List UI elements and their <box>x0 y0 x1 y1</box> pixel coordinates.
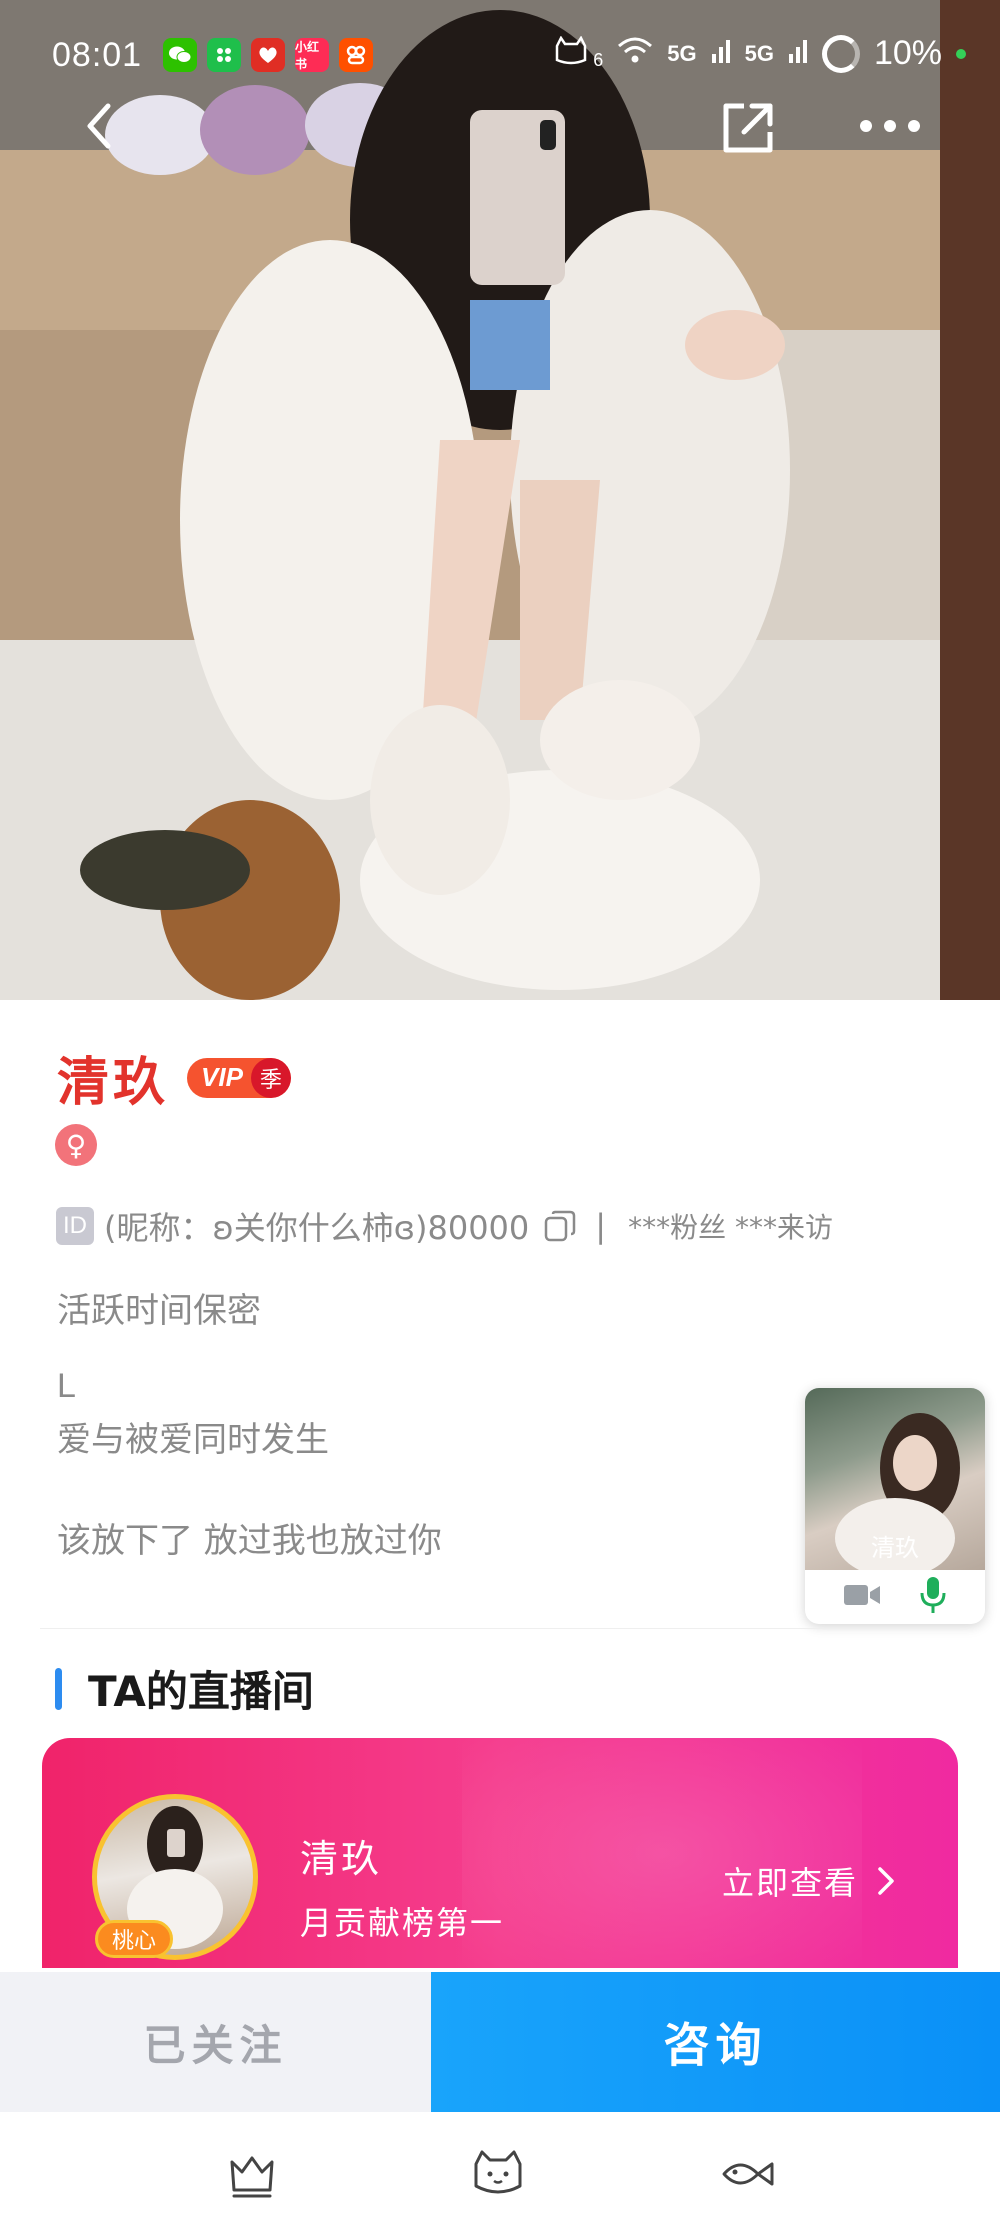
signal-bars-2-icon <box>788 38 808 70</box>
nav-cat-button[interactable] <box>468 2144 528 2204</box>
profile-name: 清玖 <box>57 1052 170 1113</box>
more-button[interactable] <box>858 104 922 148</box>
wechat-mini-icon <box>207 38 241 72</box>
avatar-tag: 桃心 <box>95 1920 173 1958</box>
cat-icon <box>474 2150 522 2194</box>
battery-percent: 10% <box>873 34 942 72</box>
video-camera-icon[interactable] <box>843 1582 881 1612</box>
vip-badge[interactable]: VIP 季 <box>187 1057 291 1098</box>
stats-text: ***粉丝 ***来访 <box>628 1211 833 1244</box>
more-horizontal-icon <box>860 120 920 132</box>
chevron-left-icon <box>87 103 111 149</box>
sim-count: 6 <box>593 50 604 70</box>
taobao-icon <box>339 38 373 72</box>
fish-icon <box>722 2162 774 2186</box>
live-section-header: TA的直播间 <box>55 1658 314 1719</box>
signal-5g-1: 5G <box>667 40 697 66</box>
share-button[interactable] <box>718 98 778 158</box>
privacy-dot <box>956 48 966 59</box>
vip-season-label: 季 <box>250 1057 291 1098</box>
floating-video-window[interactable]: 清玖 <box>805 1388 985 1624</box>
id-text: (昵称：ʚ关你什么柿ɞ)80000 <box>104 1209 530 1247</box>
status-time: 08:01 <box>52 36 143 74</box>
id-tag: ID <box>56 1207 94 1245</box>
chevron-right-icon <box>878 1867 894 1895</box>
live-card-subtitle: 月贡献榜第一 <box>300 1904 505 1942</box>
float-controls <box>805 1570 985 1624</box>
live-card-glow <box>462 1738 862 1968</box>
view-now-label: 立即查看 <box>722 1864 859 1902</box>
id-separator: | <box>595 1207 607 1245</box>
bio-line-3: 该放下了 放过我也放过你 <box>57 1521 442 1561</box>
view-now-link[interactable]: 立即查看 <box>722 1858 896 1904</box>
wifi-icon <box>617 36 653 72</box>
section-accent-bar <box>55 1667 62 1710</box>
live-card-name: 清玖 <box>300 1837 383 1881</box>
followed-button[interactable]: 已关注 <box>0 1972 431 2112</box>
share-icon <box>723 103 773 153</box>
active-status: 活跃时间保密 <box>57 1291 261 1331</box>
live-room-card[interactable]: 清玖 月贡献榜第一 立即查看 <box>42 1738 958 1968</box>
float-name: 清玖 <box>871 1534 919 1562</box>
battery-ring-icon <box>821 34 860 73</box>
bottom-navigation <box>0 2112 1000 2233</box>
status-app-icons: 小红书 <box>163 38 373 72</box>
vip-label: VIP <box>201 1062 243 1092</box>
signal-bars-1-icon <box>711 38 731 70</box>
crown-icon <box>230 2156 274 2198</box>
status-right: 6 5G 5G 10% <box>553 34 966 73</box>
nav-fish-button[interactable] <box>718 2144 778 2204</box>
copy-icon[interactable] <box>543 1209 577 1243</box>
consult-button[interactable]: 咨询 <box>431 1972 1000 2112</box>
float-video-preview: 清玖 <box>805 1388 985 1578</box>
xiaohongshu-icon: 小红书 <box>295 38 329 72</box>
cat-status-icon <box>553 35 589 72</box>
signal-5g-2: 5G <box>744 40 774 66</box>
photo-illustration <box>0 0 1000 1000</box>
live-section-title: TA的直播间 <box>88 1667 314 1716</box>
wechat-icon <box>163 38 197 72</box>
section-divider <box>40 1628 960 1629</box>
profile-name-row: 清玖 VIP 季 <box>57 1040 291 1115</box>
bio-line-2: 爱与被爱同时发生 <box>57 1420 329 1460</box>
microphone-icon[interactable] <box>919 1576 947 1618</box>
status-bar: 08:01 小红书 6 5G 5G 10% <box>0 0 1000 115</box>
gender-female-icon: ♀ <box>55 1124 97 1166</box>
profile-photo[interactable]: 08:01 小红书 6 5G 5G 10% <box>0 0 1000 1000</box>
bio-line-1: L <box>57 1367 76 1405</box>
id-row: ID (昵称：ʚ关你什么柿ɞ)80000 | ***粉丝 ***来访 <box>56 1203 833 1249</box>
nav-crown-button[interactable] <box>222 2144 282 2204</box>
pinduoduo-icon <box>251 38 285 72</box>
back-button[interactable] <box>74 96 134 156</box>
